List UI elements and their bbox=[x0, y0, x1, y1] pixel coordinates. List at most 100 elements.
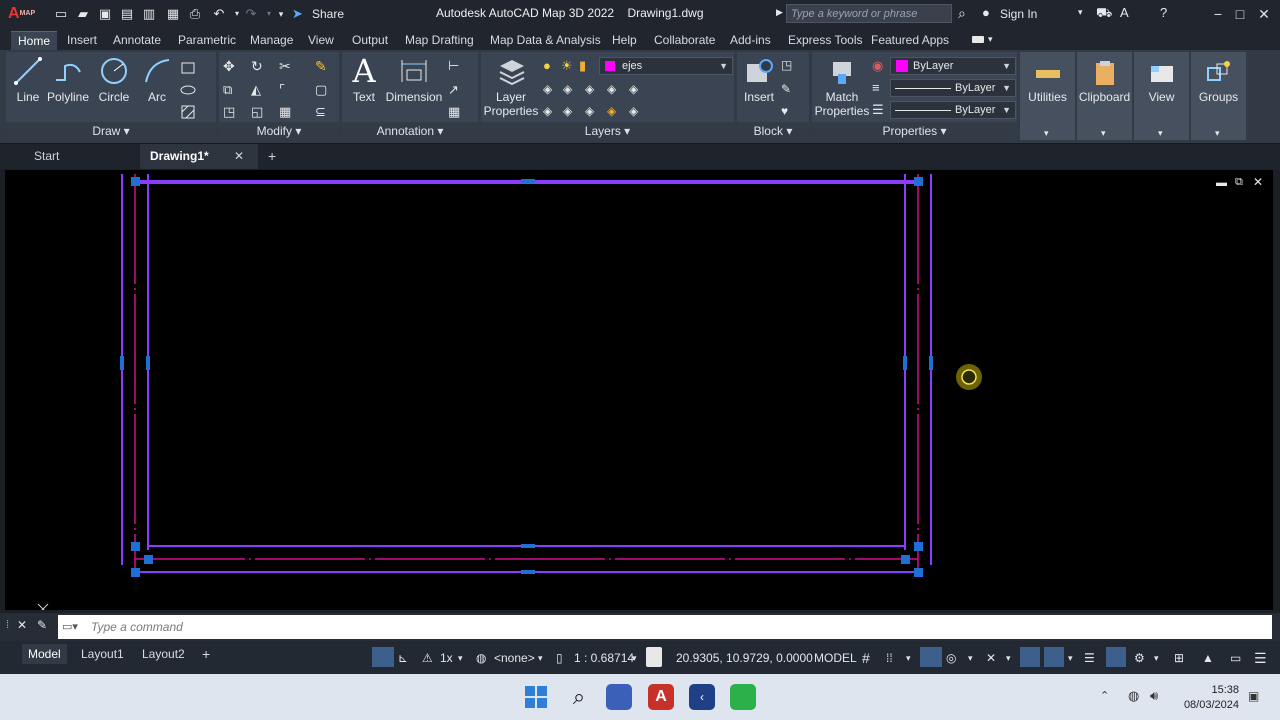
layer-previous-icon[interactable]: ◈ bbox=[563, 104, 579, 120]
web-mobile-icon[interactable]: ▥ bbox=[140, 5, 158, 23]
customize-icon[interactable]: ✎ bbox=[37, 618, 47, 632]
polyline-button[interactable]: Polyline bbox=[46, 56, 90, 104]
lineweight-icon[interactable]: ☰ bbox=[872, 102, 888, 118]
ortho-icon[interactable] bbox=[920, 647, 942, 667]
tab-collaborate[interactable]: Collaborate bbox=[647, 31, 722, 50]
color-dropdown[interactable]: ByLayer ▼ bbox=[890, 57, 1016, 75]
coordinate-system-dropdown-icon[interactable]: ▾ bbox=[538, 649, 543, 667]
modify-panel-title[interactable]: Modify ▾ bbox=[219, 122, 339, 140]
notification-icon[interactable]: ▣ bbox=[1248, 689, 1259, 703]
tab-output[interactable]: Output bbox=[345, 31, 395, 50]
scale-icon[interactable]: ◱ bbox=[251, 104, 267, 120]
volume-icon[interactable]: 🔊︎ bbox=[1150, 688, 1158, 704]
view-panel[interactable]: View ▾ bbox=[1134, 52, 1189, 140]
layout-tab-layout1[interactable]: Layout1 bbox=[75, 644, 130, 664]
command-close-icon[interactable]: ✕ bbox=[17, 618, 27, 632]
layout-tab-layout2[interactable]: Layout2 bbox=[136, 644, 191, 664]
new-icon[interactable]: ▭ bbox=[52, 5, 70, 23]
scale-icon[interactable]: ▯ bbox=[556, 649, 563, 667]
erase-icon[interactable]: ✎ bbox=[315, 58, 331, 74]
tab-help[interactable]: Help bbox=[605, 31, 644, 50]
groups-panel[interactable]: Groups ▾ bbox=[1191, 52, 1246, 140]
rotate-icon[interactable]: ↻ bbox=[251, 58, 267, 74]
share-icon[interactable]: ➤ bbox=[292, 6, 303, 22]
annotation-visibility-icon[interactable]: ⚠ bbox=[422, 649, 433, 667]
object-snap-tracking-icon[interactable] bbox=[1020, 647, 1040, 667]
viewport-scale[interactable]: 1 : 0.68714 bbox=[574, 649, 634, 667]
linear-dim-icon[interactable]: ⊢ bbox=[448, 58, 464, 74]
tab-express-tools[interactable]: Express Tools bbox=[781, 31, 869, 50]
layer-on-icon[interactable]: ● bbox=[543, 58, 559, 74]
command-grip-icon[interactable]: ⁞ bbox=[6, 619, 9, 631]
scale-mult-dropdown-icon[interactable]: ▾ bbox=[458, 649, 463, 667]
redo-icon[interactable]: ↷ bbox=[242, 5, 260, 23]
layer-unisolate-icon[interactable]: ◈ bbox=[585, 82, 601, 98]
object-snap-icon[interactable] bbox=[1044, 647, 1064, 667]
close-icon[interactable]: ✕ bbox=[1254, 4, 1274, 24]
line-button[interactable]: Line bbox=[12, 56, 44, 104]
annotation-panel-title[interactable]: Annotation ▾ bbox=[342, 122, 478, 140]
tab-add-ins[interactable]: Add-ins bbox=[723, 31, 778, 50]
open-icon[interactable]: ▰ bbox=[74, 5, 92, 23]
autodesk-a360-icon[interactable]: A bbox=[1120, 5, 1129, 20]
tray-chevron-icon[interactable]: ⌃ bbox=[1100, 689, 1109, 702]
tab-map-drafting[interactable]: Map Drafting bbox=[398, 31, 481, 50]
dimension-button[interactable]: Dimension bbox=[384, 56, 444, 104]
edit-attributes-icon[interactable]: ♥ bbox=[781, 104, 797, 120]
circle-button[interactable]: Circle bbox=[96, 56, 132, 104]
isodraft-icon[interactable]: ✕ bbox=[986, 649, 996, 667]
move-icon[interactable]: ✥ bbox=[223, 58, 239, 74]
command-input[interactable]: ▭▾ Type a command bbox=[58, 615, 1272, 639]
layers-panel-title[interactable]: Layers ▾ bbox=[481, 122, 734, 140]
sign-in-dropdown-icon[interactable]: ▾ bbox=[1078, 7, 1083, 18]
snap-dropdown-icon[interactable]: ▾ bbox=[906, 649, 911, 667]
model-space-toggle[interactable]: MODEL bbox=[814, 649, 857, 667]
ellipse-icon[interactable] bbox=[180, 82, 196, 98]
color-wheel-icon[interactable]: ◉ bbox=[872, 58, 888, 74]
share-button[interactable]: Share bbox=[312, 7, 344, 21]
layer-thaw-icon[interactable]: ☀ bbox=[561, 58, 577, 74]
drawing-canvas[interactable]: ▬ ⧉ ✕ bbox=[5, 170, 1273, 610]
block-panel-title[interactable]: Block ▾ bbox=[737, 122, 809, 140]
clean-screen-icon[interactable]: ▭ bbox=[1230, 649, 1241, 667]
rectangle-icon[interactable] bbox=[180, 60, 196, 76]
linetype-dropdown[interactable]: ByLayer ▼ bbox=[890, 79, 1016, 97]
fillet-icon[interactable]: ⌜ bbox=[279, 82, 295, 98]
layer-match-icon[interactable]: ◈ bbox=[543, 104, 559, 120]
viewport-restore-icon[interactable]: ⧉ bbox=[1235, 176, 1243, 189]
copy-icon[interactable]: ⧉ bbox=[223, 82, 239, 98]
polar-dropdown-icon[interactable]: ▾ bbox=[968, 649, 973, 667]
create-block-icon[interactable]: ◳ bbox=[781, 58, 797, 74]
tab-annotate[interactable]: Annotate bbox=[106, 31, 168, 50]
snap-icon[interactable]: ⁞⁞ bbox=[886, 649, 893, 667]
search-taskbar-icon[interactable]: ⌕ bbox=[566, 684, 592, 710]
table-icon[interactable]: ▦ bbox=[448, 104, 464, 120]
annotation-monitor-icon[interactable] bbox=[372, 647, 394, 667]
isolate-objects-icon[interactable]: ⊞ bbox=[1174, 649, 1184, 667]
trim-icon[interactable]: ✂ bbox=[279, 58, 295, 74]
layer-state-icon[interactable]: ◈ bbox=[543, 82, 559, 98]
match-properties-button[interactable]: Match Properties bbox=[814, 56, 870, 118]
linetype-icon[interactable]: ≡ bbox=[872, 80, 888, 96]
search-icon[interactable]: ⌕ bbox=[958, 5, 966, 22]
viewport-minimize-icon[interactable]: ▬ bbox=[1216, 177, 1227, 189]
help-icon[interactable]: ? bbox=[1160, 5, 1167, 20]
polar-icon[interactable]: ◎ bbox=[946, 649, 956, 667]
annotation-scale-icon[interactable] bbox=[1106, 647, 1126, 667]
annotation-scale-mult[interactable]: 1x bbox=[440, 649, 453, 667]
tab-map-data-analysis[interactable]: Map Data & Analysis bbox=[483, 31, 608, 50]
save-web-icon[interactable]: ▦ bbox=[164, 5, 182, 23]
edit-block-icon[interactable]: ✎ bbox=[781, 82, 797, 98]
tab-manage[interactable]: Manage bbox=[243, 31, 300, 50]
add-layout-icon[interactable]: + bbox=[196, 644, 216, 664]
ribbon-options-icon[interactable]: ▾ bbox=[988, 34, 993, 45]
insert-button[interactable]: Insert bbox=[739, 56, 779, 104]
tab-home[interactable]: Home bbox=[11, 31, 58, 51]
tab-parametric[interactable]: Parametric bbox=[171, 31, 243, 50]
ribbon-minimize-icon[interactable] bbox=[972, 36, 984, 43]
app-taskbar-icon-1[interactable] bbox=[606, 684, 632, 710]
network-icon[interactable]: ◍ bbox=[1128, 688, 1139, 704]
mirror-icon[interactable]: ◭ bbox=[251, 82, 267, 98]
object-snap-dropdown-icon[interactable]: ▾ bbox=[1068, 649, 1073, 667]
layout-tab-model[interactable]: Model bbox=[22, 644, 67, 664]
